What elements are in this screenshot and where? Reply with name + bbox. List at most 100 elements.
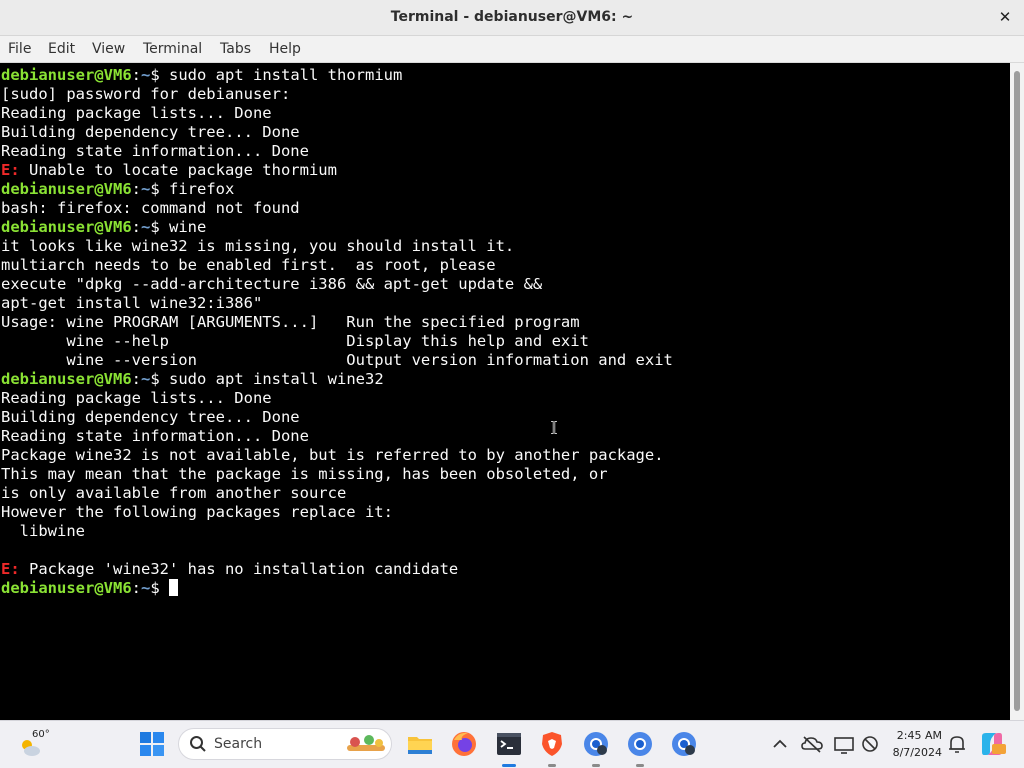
output-text: Building dependency tree... Done (1, 408, 300, 426)
chrome-icon[interactable] (582, 730, 610, 758)
terminal-line: debianuser@VM6:~$ sudo apt install thorm… (1, 66, 402, 85)
output-text: apt-get install wine32:i386" (1, 294, 263, 312)
error-text: Package 'wine32' has no installation can… (19, 560, 459, 578)
terminal-line: libwine (1, 522, 85, 541)
prompt-separator: : (131, 579, 141, 597)
output-text: Reading state information... Done (1, 142, 309, 160)
chevron-up-icon[interactable] (770, 730, 790, 758)
close-icon[interactable]: ✕ (996, 8, 1014, 26)
prompt-user: debianuser@VM6 (1, 66, 132, 84)
output-text: multiarch needs to be enabled first. as … (1, 256, 496, 274)
prompt-path: ~ (141, 579, 151, 597)
output-text: Reading package lists... Done (1, 389, 272, 407)
output-text: is only available from another source (1, 484, 347, 502)
menu-edit[interactable]: Edit (48, 41, 75, 57)
file-explorer-icon[interactable] (406, 730, 434, 758)
terminal-line: However the following packages replace i… (1, 503, 393, 522)
output-text: wine --version Output version informatio… (1, 351, 673, 369)
start-icon[interactable] (138, 730, 166, 758)
taskbar: 60° Search 2:45 AM 8/7/2024 (0, 720, 1024, 768)
network-icon[interactable] (858, 730, 882, 758)
scrollbar-thumb[interactable] (1014, 71, 1020, 711)
output-text: wine --help Display this help and exit (1, 332, 589, 350)
window-title: Terminal - debianuser@VM6: ~ (390, 9, 634, 25)
terminal-line: Reading state information... Done (1, 427, 309, 446)
terminal-line: debianuser@VM6:~$ (1, 579, 179, 598)
menu-terminal[interactable]: Terminal (143, 41, 202, 57)
prompt-path: ~ (141, 370, 151, 388)
command-text: sudo apt install wine32 (169, 370, 384, 388)
brave-icon[interactable] (538, 730, 566, 758)
prompt-symbol: $ (150, 370, 170, 388)
command-text: firefox (169, 180, 235, 198)
terminal-line: Reading package lists... Done (1, 104, 272, 123)
terminal-line: This may mean that the package is missin… (1, 465, 608, 484)
prompt-user: debianuser@VM6 (1, 180, 132, 198)
terminal-line: apt-get install wine32:i386" (1, 294, 262, 313)
menu-tabs[interactable]: Tabs (220, 41, 251, 57)
command-text: sudo apt install thormium (169, 66, 403, 84)
terminal-line: it looks like wine32 is missing, you sho… (1, 237, 514, 256)
prompt-path: ~ (141, 218, 151, 236)
weather-widget[interactable]: 60° (18, 729, 58, 761)
prompt-user: debianuser@VM6 (1, 370, 132, 388)
search-icon (190, 736, 206, 752)
terminal-scrollbar[interactable] (1010, 63, 1024, 720)
weather-temp: 60° (32, 729, 50, 740)
command-text: wine (169, 218, 207, 236)
prompt-user: debianuser@VM6 (1, 218, 132, 236)
output-text: Reading package lists... Done (1, 104, 272, 122)
menu-help[interactable]: Help (269, 41, 301, 57)
prompt-separator: : (131, 218, 141, 236)
app-indicator (636, 764, 644, 767)
error-prefix: E: (1, 560, 20, 578)
active-app-indicator (502, 764, 516, 767)
prompt-separator: : (131, 66, 141, 84)
output-text: it looks like wine32 is missing, you sho… (1, 237, 515, 255)
terminal-line: Reading state information... Done (1, 142, 309, 161)
terminal-line: wine --help Display this help and exit (1, 332, 589, 351)
prompt-symbol: $ (150, 218, 170, 236)
prompt-path: ~ (141, 180, 151, 198)
terminal-line: debianuser@VM6:~$ firefox (1, 180, 234, 199)
terminal-icon[interactable] (495, 730, 523, 758)
firefox-icon[interactable] (450, 730, 478, 758)
terminal-line: E: Package 'wine32' has no installation … (1, 560, 458, 579)
terminal-line: debianuser@VM6:~$ sudo apt install wine3… (1, 370, 384, 389)
clock-time[interactable]: 2:45 AM (888, 729, 942, 742)
prompt-symbol: $ (150, 180, 170, 198)
chrome-icon[interactable] (670, 730, 698, 758)
clock-date[interactable]: 8/7/2024 (884, 746, 942, 759)
terminal-line: wine --version Output version informatio… (1, 351, 673, 370)
menu-bar: File Edit View Terminal Tabs Help (0, 36, 1024, 63)
app-indicator (592, 764, 600, 767)
error-prefix: E: (1, 161, 20, 179)
output-text: Package wine32 is not available, but is … (1, 446, 664, 464)
text-cursor (169, 579, 179, 596)
menu-file[interactable]: File (8, 41, 31, 57)
menu-view[interactable]: View (92, 41, 125, 57)
terminal-line: multiarch needs to be enabled first. as … (1, 256, 496, 275)
cloud-offline-icon[interactable] (800, 730, 824, 758)
terminal-line: [sudo] password for debianuser: (1, 85, 290, 104)
prompt-user: debianuser@VM6 (1, 579, 132, 597)
output-text: This may mean that the package is missin… (1, 465, 608, 483)
display-icon[interactable] (832, 730, 856, 758)
app-indicator (548, 764, 556, 767)
output-text: execute "dpkg --add-architecture i386 &&… (1, 275, 543, 293)
search-label: Search (214, 736, 263, 752)
output-text: However the following packages replace i… (1, 503, 393, 521)
copilot-icon[interactable] (978, 730, 1006, 758)
title-bar: Terminal - debianuser@VM6: ~ ✕ (0, 0, 1024, 36)
bell-icon[interactable] (946, 730, 968, 758)
terminal-output[interactable]: debianuser@VM6:~$ sudo apt install thorm… (0, 63, 1010, 720)
prompt-separator: : (131, 370, 141, 388)
prompt-path: ~ (141, 66, 151, 84)
chrome-icon[interactable] (626, 730, 654, 758)
terminal-line: execute "dpkg --add-architecture i386 &&… (1, 275, 542, 294)
terminal-line: Usage: wine PROGRAM [ARGUMENTS...] Run t… (1, 313, 580, 332)
ibeam-cursor-icon (551, 420, 557, 435)
terminal-line: Package wine32 is not available, but is … (1, 446, 664, 465)
taskbar-search-input[interactable]: Search (178, 728, 392, 760)
output-text: Building dependency tree... Done (1, 123, 300, 141)
